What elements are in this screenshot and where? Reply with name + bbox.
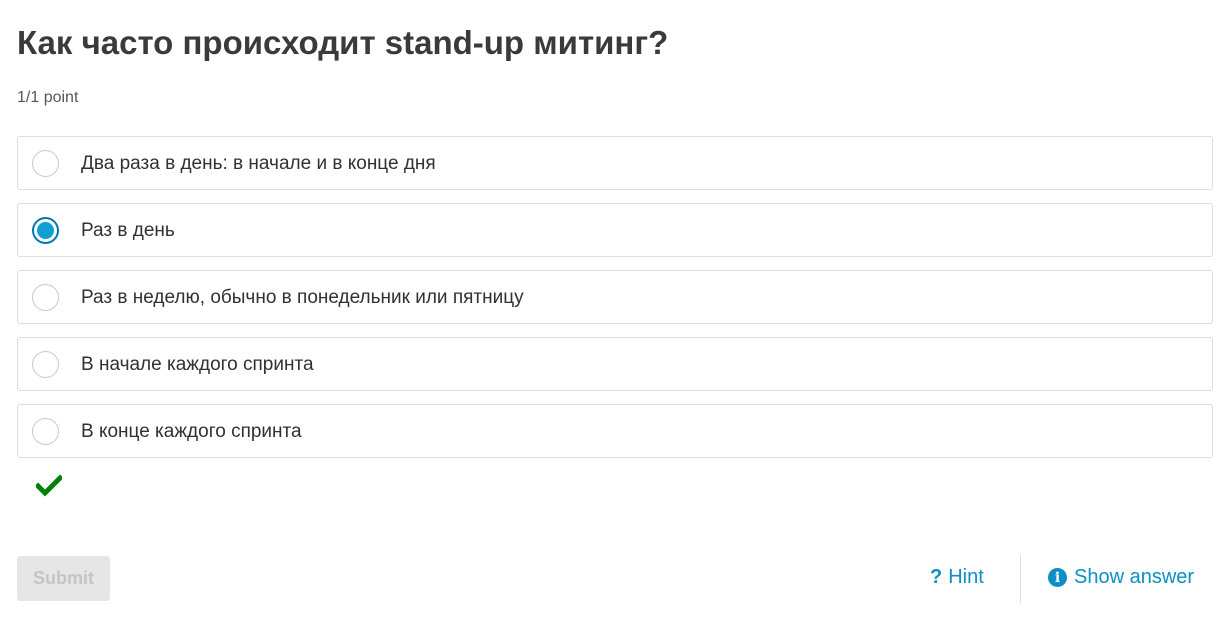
answer-option-1[interactable]: Два раза в день: в начале и в конце дня bbox=[17, 136, 1213, 190]
option-label: В конце каждого спринта bbox=[81, 421, 302, 442]
divider bbox=[1020, 555, 1021, 603]
answer-option-2[interactable]: Раз в день bbox=[17, 203, 1213, 257]
option-label: В начале каждого спринта bbox=[81, 354, 314, 375]
show-answer-button[interactable]: i Show answer bbox=[1048, 566, 1194, 589]
answer-option-4[interactable]: В начале каждого спринта bbox=[17, 337, 1213, 391]
info-icon: i bbox=[1048, 568, 1067, 587]
option-label: Раз в день bbox=[81, 220, 175, 241]
submit-button[interactable]: Submit bbox=[17, 556, 110, 601]
radio-button-selected[interactable] bbox=[32, 217, 59, 244]
answer-option-5[interactable]: В конце каждого спринта bbox=[17, 404, 1213, 458]
answer-option-3[interactable]: Раз в неделю, обычно в понедельник или п… bbox=[17, 270, 1213, 324]
radio-button[interactable] bbox=[32, 150, 59, 177]
hint-label: Hint bbox=[948, 566, 984, 588]
checkmark-icon bbox=[36, 474, 62, 497]
question-title: Как часто происходит stand-up митинг? bbox=[17, 24, 669, 61]
radio-button[interactable] bbox=[32, 418, 59, 445]
hint-button[interactable]: ? Hint bbox=[930, 566, 984, 589]
question-mark-icon: ? bbox=[930, 566, 943, 588]
show-answer-label: Show answer bbox=[1074, 566, 1195, 588]
radio-button[interactable] bbox=[32, 351, 59, 378]
points-label: 1/1 point bbox=[17, 89, 79, 106]
option-label: Два раза в день: в начале и в конце дня bbox=[81, 153, 436, 174]
answer-options: Два раза в день: в начале и в конце дня … bbox=[17, 136, 1213, 471]
option-label: Раз в неделю, обычно в понедельник или п… bbox=[81, 287, 524, 308]
radio-button[interactable] bbox=[32, 284, 59, 311]
